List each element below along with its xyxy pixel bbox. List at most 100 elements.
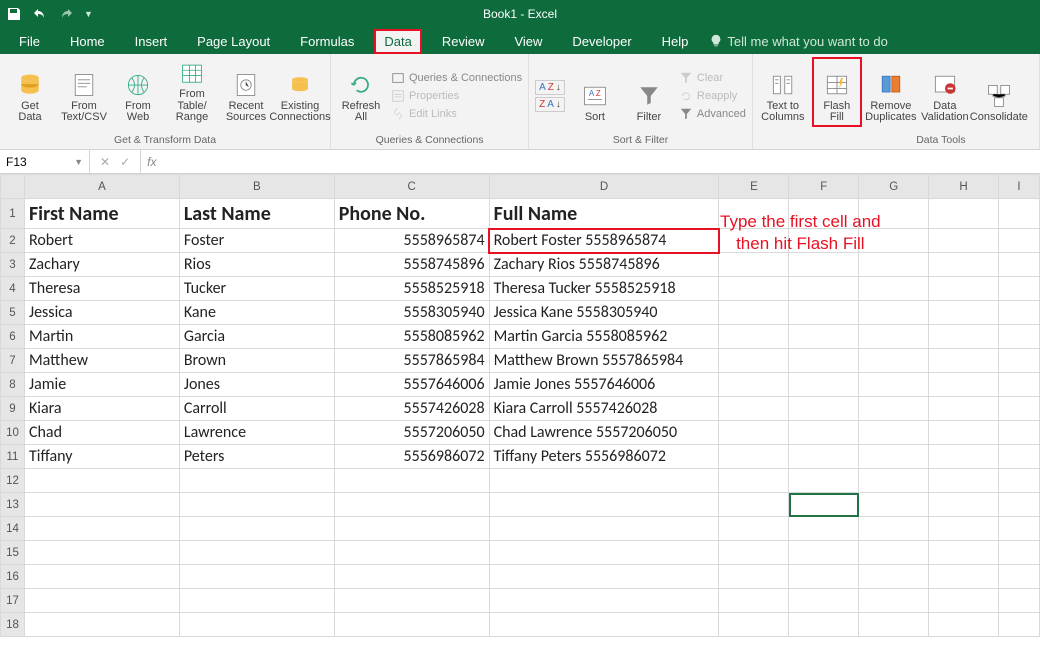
select-all-corner[interactable] bbox=[1, 175, 25, 199]
cell[interactable]: Tucker bbox=[179, 277, 334, 301]
cell[interactable]: Chad Lawrence 5557206050 bbox=[489, 421, 719, 445]
cell[interactable]: Matthew bbox=[24, 349, 179, 373]
col-header-f[interactable]: F bbox=[789, 175, 859, 199]
cell[interactable]: Jamie Jones 5557646006 bbox=[489, 373, 719, 397]
row-header[interactable]: 11 bbox=[1, 445, 25, 469]
row-header[interactable]: 2 bbox=[1, 229, 25, 253]
from-table-range-button[interactable]: From Table/ Range bbox=[168, 58, 216, 126]
tab-developer[interactable]: Developer bbox=[563, 30, 640, 53]
cell[interactable]: 5557646006 bbox=[334, 373, 489, 397]
save-icon[interactable] bbox=[6, 6, 22, 22]
row-header[interactable]: 16 bbox=[1, 565, 25, 589]
text-to-columns-button[interactable]: Text to Columns bbox=[759, 58, 807, 126]
sort-az-button[interactable]: AZ↓ bbox=[535, 80, 565, 95]
row-header[interactable]: 9 bbox=[1, 397, 25, 421]
cell[interactable]: Last Name bbox=[179, 199, 334, 229]
recent-sources-button[interactable]: Recent Sources bbox=[222, 58, 270, 126]
tab-data[interactable]: Data bbox=[375, 30, 420, 53]
tab-formulas[interactable]: Formulas bbox=[291, 30, 363, 53]
sort-za-button[interactable]: ZA↓ bbox=[535, 97, 565, 112]
cell[interactable]: Foster bbox=[179, 229, 334, 253]
row-header[interactable]: 1 bbox=[1, 199, 25, 229]
row-header[interactable]: 14 bbox=[1, 517, 25, 541]
tab-review[interactable]: Review bbox=[433, 30, 494, 53]
cell[interactable]: Jessica bbox=[24, 301, 179, 325]
row-header[interactable]: 15 bbox=[1, 541, 25, 565]
cell[interactable]: Rios bbox=[179, 253, 334, 277]
cell[interactable]: Jessica Kane 5558305940 bbox=[489, 301, 719, 325]
cell[interactable]: Matthew Brown 5557865984 bbox=[489, 349, 719, 373]
cell[interactable]: Kiara bbox=[24, 397, 179, 421]
cell[interactable]: Peters bbox=[179, 445, 334, 469]
col-header-h[interactable]: H bbox=[929, 175, 999, 199]
cell[interactable]: Jones bbox=[179, 373, 334, 397]
tab-help[interactable]: Help bbox=[653, 30, 698, 53]
tab-home[interactable]: Home bbox=[61, 30, 114, 53]
cell[interactable]: Jamie bbox=[24, 373, 179, 397]
col-header-a[interactable]: A bbox=[24, 175, 179, 199]
refresh-all-button[interactable]: Refresh All bbox=[337, 58, 385, 126]
selected-cell[interactable] bbox=[789, 613, 859, 637]
chevron-down-icon[interactable]: ▼ bbox=[74, 157, 83, 167]
row-header[interactable]: 17 bbox=[1, 589, 25, 613]
filter-button[interactable]: Filter bbox=[625, 58, 673, 126]
selected-cell[interactable] bbox=[789, 493, 859, 517]
col-header-e[interactable]: E bbox=[719, 175, 789, 199]
cell[interactable]: 5558305940 bbox=[334, 301, 489, 325]
cell[interactable]: Robert bbox=[24, 229, 179, 253]
cell[interactable]: 5556986072 bbox=[334, 445, 489, 469]
consolidate-button[interactable]: Consolidate bbox=[975, 58, 1023, 126]
tab-file[interactable]: File bbox=[10, 30, 49, 53]
properties-button[interactable]: Properties bbox=[391, 89, 522, 103]
tab-view[interactable]: View bbox=[505, 30, 551, 53]
tell-me-search[interactable]: Tell me what you want to do bbox=[709, 34, 887, 49]
row-header[interactable]: 4 bbox=[1, 277, 25, 301]
advanced-filter-button[interactable]: Advanced bbox=[679, 107, 746, 121]
cell[interactable]: 5557426028 bbox=[334, 397, 489, 421]
row-header[interactable]: 10 bbox=[1, 421, 25, 445]
name-box[interactable]: F13▼ bbox=[0, 150, 90, 173]
cell[interactable]: 5558525918 bbox=[334, 277, 489, 301]
sort-button[interactable]: AZSort bbox=[571, 58, 619, 126]
col-header-c[interactable]: C bbox=[334, 175, 489, 199]
selected-cell[interactable] bbox=[789, 589, 859, 613]
from-web-button[interactable]: From Web bbox=[114, 58, 162, 126]
row-header[interactable]: 6 bbox=[1, 325, 25, 349]
selected-cell[interactable] bbox=[789, 517, 859, 541]
edit-links-button[interactable]: Edit Links bbox=[391, 107, 522, 121]
cell[interactable]: Theresa bbox=[24, 277, 179, 301]
queries-connections-button[interactable]: Queries & Connections bbox=[391, 71, 522, 85]
cell[interactable]: Phone No. bbox=[334, 199, 489, 229]
selected-cell[interactable] bbox=[789, 565, 859, 589]
tab-insert[interactable]: Insert bbox=[126, 30, 177, 53]
cell[interactable]: Garcia bbox=[179, 325, 334, 349]
col-header-g[interactable]: G bbox=[859, 175, 929, 199]
cell[interactable]: Chad bbox=[24, 421, 179, 445]
row-header[interactable]: 7 bbox=[1, 349, 25, 373]
redo-icon[interactable] bbox=[58, 6, 74, 22]
row-header[interactable]: 5 bbox=[1, 301, 25, 325]
clear-filter-button[interactable]: Clear bbox=[679, 71, 746, 85]
formula-input[interactable]: fx bbox=[140, 150, 1040, 173]
cell[interactable]: 5558085962 bbox=[334, 325, 489, 349]
undo-icon[interactable] bbox=[32, 6, 48, 22]
cell[interactable]: Zachary bbox=[24, 253, 179, 277]
row-header[interactable]: 8 bbox=[1, 373, 25, 397]
cell[interactable]: Tiffany Peters 5556986072 bbox=[489, 445, 719, 469]
col-header-b[interactable]: B bbox=[179, 175, 334, 199]
cell[interactable]: Theresa Tucker 5558525918 bbox=[489, 277, 719, 301]
cell[interactable]: 5557865984 bbox=[334, 349, 489, 373]
col-header-i[interactable]: I bbox=[998, 175, 1039, 199]
col-header-d[interactable]: D bbox=[489, 175, 719, 199]
cell[interactable]: Zachary Rios 5558745896 bbox=[489, 253, 719, 277]
cell[interactable]: Tiffany bbox=[24, 445, 179, 469]
cell[interactable]: Lawrence bbox=[179, 421, 334, 445]
selected-cell[interactable] bbox=[789, 541, 859, 565]
cell[interactable]: Brown bbox=[179, 349, 334, 373]
cell[interactable]: Full Name bbox=[489, 199, 719, 229]
cell[interactable]: 5558965874 bbox=[334, 229, 489, 253]
cell[interactable]: Martin Garcia 5558085962 bbox=[489, 325, 719, 349]
worksheet-grid[interactable]: A B C D E F G H I 1 First Name Last Name… bbox=[0, 174, 1040, 637]
cell[interactable]: 5558745896 bbox=[334, 253, 489, 277]
selected-cell[interactable] bbox=[789, 469, 859, 493]
